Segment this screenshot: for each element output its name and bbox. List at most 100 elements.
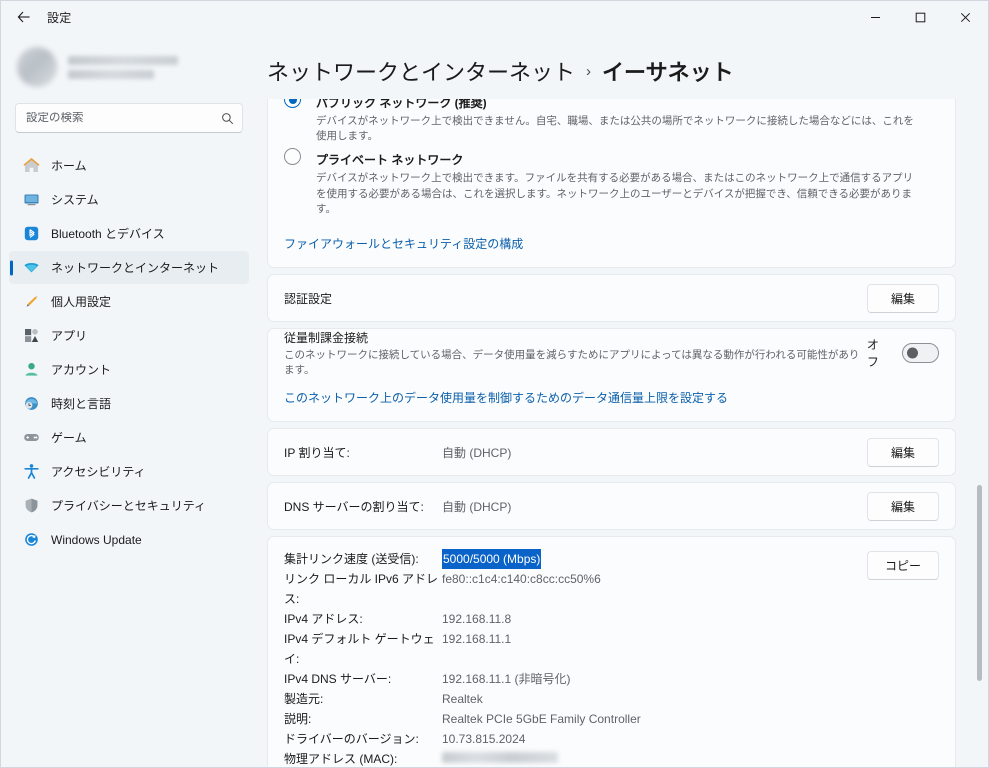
sidebar-item-bluetooth[interactable]: Bluetooth とデバイス (9, 217, 249, 250)
property-key: 製造元: (284, 692, 324, 707)
sidebar-item-personalization[interactable]: 個人用設定 (9, 285, 249, 318)
metered-toggle[interactable] (901, 343, 939, 364)
network-icon (23, 259, 40, 276)
property-key: IPv4 アドレス: (284, 612, 363, 627)
property-value: 10.73.815.2024 (442, 732, 526, 747)
toggle-knob (906, 347, 918, 359)
auth-edit-button[interactable]: 編集 (867, 283, 939, 313)
firewall-settings-link[interactable]: ファイアウォールとセキュリティ設定の構成 (284, 237, 523, 251)
sidebar-item-apps[interactable]: アプリ (9, 319, 249, 352)
sidebar-item-privacy-security[interactable]: プライバシーとセキュリティ (9, 489, 249, 522)
sidebar-item-system[interactable]: システム (9, 183, 249, 216)
ip-assignment-card: IP 割り当て: 自動 (DHCP) 編集 (267, 428, 956, 477)
minimize-button[interactable] (853, 1, 898, 33)
adapter-properties-list: 集計リンク速度 (送受信): 5000/5000 (Mbps) リンク ローカル… (284, 549, 867, 767)
property-row: IPv4 DNS サーバー: 192.168.11.1 (非暗号化) (284, 669, 867, 689)
property-row: 製造元: Realtek (284, 689, 867, 709)
main-pane: ネットワークとインターネット › イーサネット パブリック ネットワーク (推奨… (257, 33, 988, 767)
user-name-blurred (68, 55, 178, 79)
clock-globe-icon (23, 395, 40, 412)
sidebar-item-label: 個人用設定 (51, 295, 112, 309)
settings-window: 設定 設定の検索 ホーム システム Bluetooth とデバイス ネットワーク… (0, 0, 989, 768)
sidebar-item-accounts[interactable]: アカウント (9, 353, 249, 386)
firewall-link-row: ファイアウォールとセキュリティ設定の構成 (268, 223, 955, 267)
shield-icon (23, 497, 40, 514)
back-button[interactable] (7, 2, 41, 32)
metered-description: このネットワークに接続している場合、データ使用量を減らすためにアプリによっては異… (284, 349, 860, 376)
sidebar-item-label: ネットワークとインターネット (51, 261, 220, 275)
user-profile[interactable] (9, 33, 249, 97)
title-bar: 設定 (1, 1, 988, 33)
link-speed-value[interactable]: 5000/5000 (Mbps) (442, 549, 542, 570)
maximize-button[interactable] (898, 1, 943, 33)
auth-settings-card: 認証設定 編集 (267, 274, 956, 323)
private-network-option[interactable]: プライベート ネットワーク デバイスがネットワーク上で検出できます。ファイルを共… (284, 146, 939, 219)
public-network-label: パブリック ネットワーク (推奨) (316, 99, 487, 110)
data-limit-link-row: このネットワーク上のデータ使用量を制御するためのデータ通信量上限を設定する (268, 377, 955, 421)
property-value: Realtek PCIe 5GbE Family Controller (442, 712, 641, 727)
scrollbar[interactable] (977, 187, 982, 761)
private-network-radio[interactable] (284, 148, 301, 166)
property-row: 集計リンク速度 (送受信): 5000/5000 (Mbps) (284, 549, 867, 570)
copy-button[interactable]: コピー (867, 551, 939, 581)
sidebar-item-time-language[interactable]: 時刻と言語 (9, 387, 249, 420)
breadcrumb-leaf: イーサネット (602, 60, 734, 85)
property-key: リンク ローカル IPv6 アドレス: (284, 572, 439, 607)
sidebar-item-label: ホーム (51, 159, 87, 173)
close-button[interactable] (943, 1, 988, 33)
accessibility-icon (23, 463, 40, 480)
search-input[interactable] (26, 112, 221, 124)
ip-assignment-row: IP 割り当て: 自動 (DHCP) 編集 (268, 429, 955, 475)
sidebar-item-label: Bluetooth とデバイス (51, 227, 165, 241)
property-key: IPv4 デフォルト ゲートウェイ: (284, 632, 435, 667)
sidebar-item-label: アカウント (51, 363, 112, 377)
window-title: 設定 (47, 10, 72, 25)
breadcrumb-root[interactable]: ネットワークとインターネット (267, 55, 575, 87)
scrollbar-thumb[interactable] (977, 485, 982, 681)
adapter-properties-card: 集計リンク速度 (送受信): 5000/5000 (Mbps) リンク ローカル… (267, 536, 956, 767)
sidebar-item-gaming[interactable]: ゲーム (9, 421, 249, 454)
dns-assignment-card: DNS サーバーの割り当て: 自動 (DHCP) 編集 (267, 482, 956, 531)
property-key: 説明: (284, 712, 312, 727)
settings-scroll-area: パブリック ネットワーク (推奨) デバイスがネットワーク上で検出できません。自… (257, 99, 988, 767)
sidebar-item-label: ゲーム (51, 431, 87, 445)
apps-icon (23, 327, 40, 344)
ip-assignment-label: IP 割り当て: (284, 445, 350, 460)
user-email-line (68, 69, 154, 79)
property-value: 192.168.11.1 (442, 632, 512, 647)
update-refresh-icon (23, 531, 40, 548)
property-key: 物理アドレス (MAC): (284, 752, 398, 767)
metered-toggle-wrap: オフ (867, 336, 939, 370)
sidebar-item-windows-update[interactable]: Windows Update (9, 523, 249, 556)
public-network-option[interactable]: パブリック ネットワーク (推奨) デバイスがネットワーク上で検出できません。自… (284, 99, 939, 146)
user-name-line (68, 55, 178, 65)
metered-connection-card: 従量制課金接続 このネットワークに接続している場合、データ使用量を減らすためにア… (267, 328, 956, 423)
network-profile-card: パブリック ネットワーク (推奨) デバイスがネットワーク上で検出できません。自… (267, 99, 956, 269)
sidebar-item-label: システム (51, 193, 99, 207)
sidebar: ホーム システム (1, 33, 257, 767)
mac-address-value-blurred (442, 752, 558, 764)
auth-settings-row: 認証設定 編集 (268, 275, 955, 321)
property-row: 説明: Realtek PCIe 5GbE Family Controller (284, 709, 867, 729)
window-controls (853, 1, 988, 33)
property-value: fe80::c1c4:c140:c8cc:cc50%6 (442, 572, 601, 587)
metered-label: 従量制課金接続 (284, 331, 369, 346)
breadcrumb: ネットワークとインターネット › イーサネット (257, 33, 988, 99)
network-profile-options: パブリック ネットワーク (推奨) デバイスがネットワーク上で検出できません。自… (268, 99, 955, 223)
sidebar-item-label: アプリ (51, 329, 88, 343)
property-value: 192.168.11.1 (非暗号化) (442, 672, 571, 687)
personalization-brush-icon (23, 293, 40, 310)
public-network-description: デバイスがネットワーク上で検出できません。自宅、職場、または公共の場所でネットワ… (316, 115, 914, 143)
metered-toggle-state: オフ (866, 338, 879, 370)
sidebar-item-home[interactable]: ホーム (9, 149, 249, 182)
sidebar-item-network[interactable]: ネットワークとインターネット (9, 251, 249, 284)
home-icon (23, 157, 40, 174)
dns-assignment-edit-button[interactable]: 編集 (867, 491, 939, 521)
private-network-description: デバイスがネットワーク上で検出できます。ファイルを共有する必要がある場合、または… (316, 172, 914, 215)
data-limit-link[interactable]: このネットワーク上のデータ使用量を制御するためのデータ通信量上限を設定する (284, 391, 728, 405)
public-network-radio[interactable] (284, 99, 301, 108)
ip-assignment-edit-button[interactable]: 編集 (867, 437, 939, 467)
dns-assignment-row: DNS サーバーの割り当て: 自動 (DHCP) 編集 (268, 483, 955, 529)
sidebar-item-accessibility[interactable]: アクセシビリティ (9, 455, 249, 488)
search-box[interactable] (15, 103, 243, 133)
